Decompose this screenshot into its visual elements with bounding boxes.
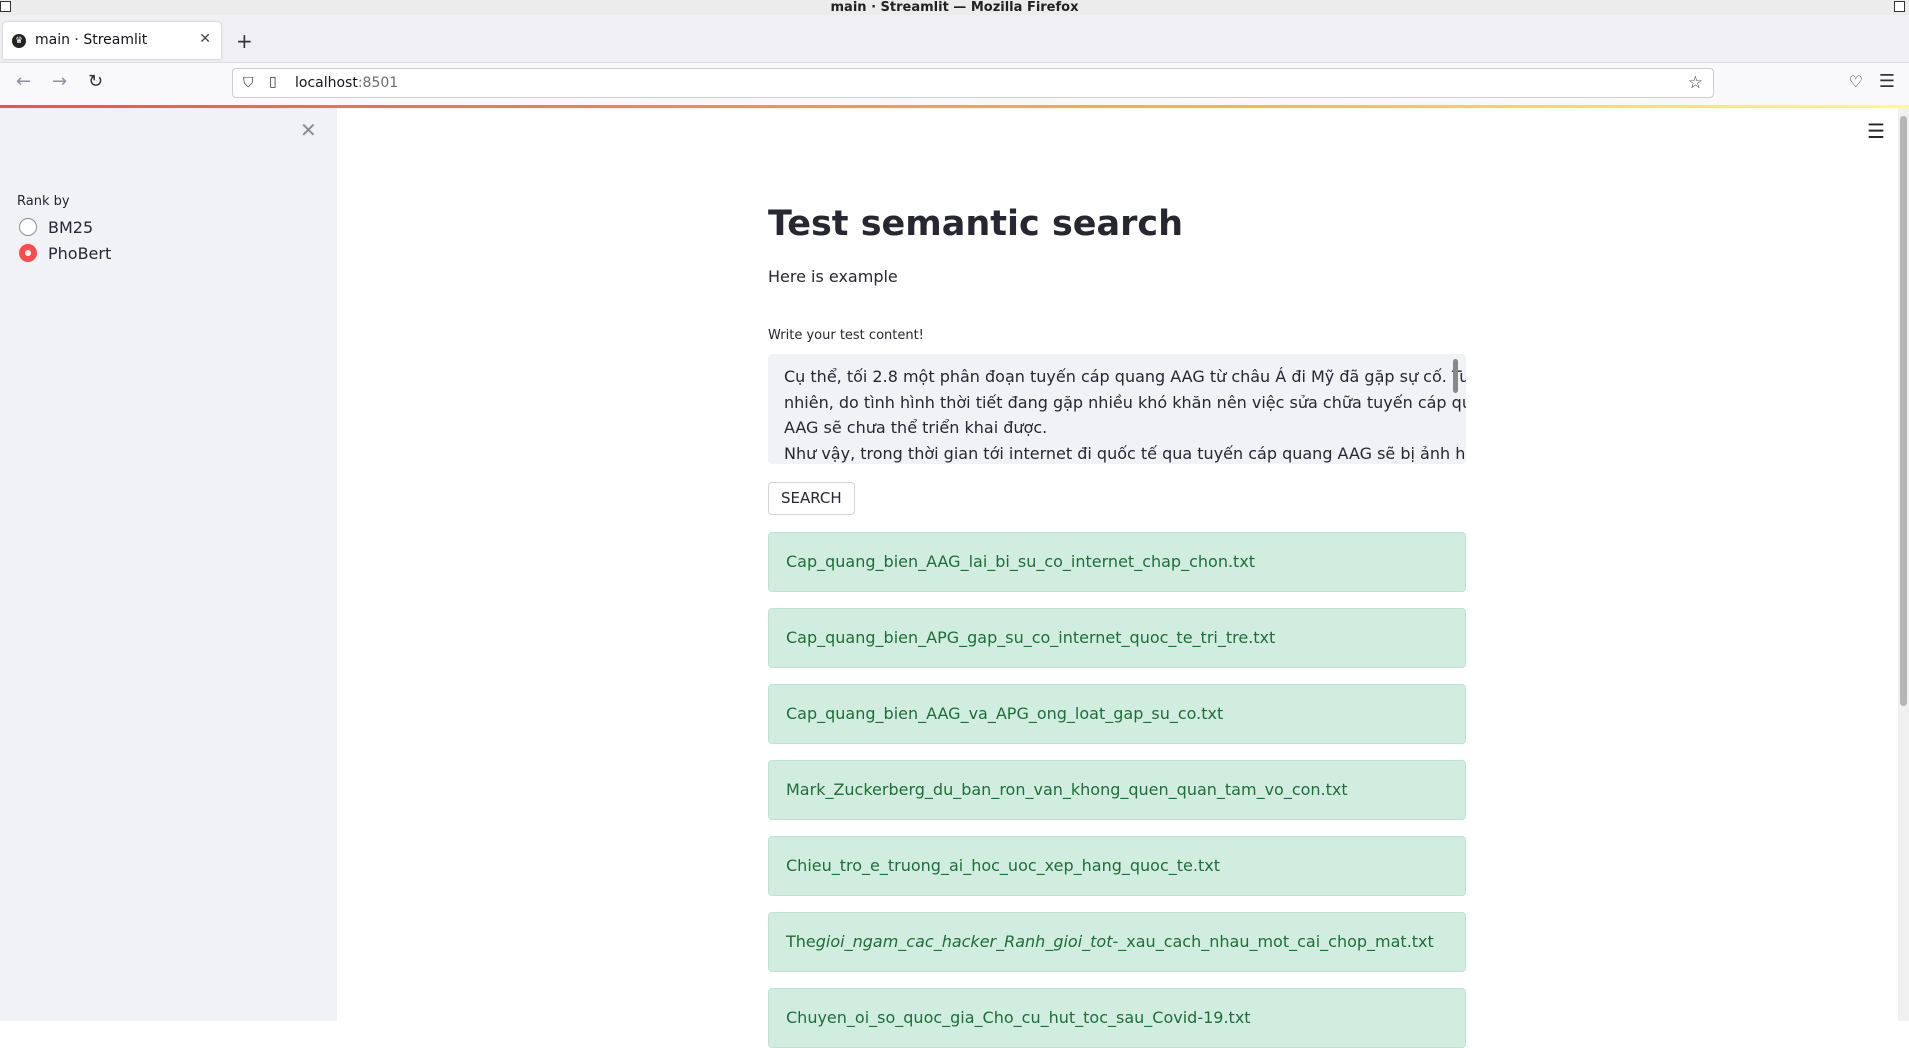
result-text-italic: gioi_ngam_cac_hacker_Ranh_gioi_tot xyxy=(815,932,1113,951)
reload-icon[interactable]: ↻ xyxy=(88,71,103,92)
rank-by-label: Rank by xyxy=(17,194,70,209)
radio-label: PhoBert xyxy=(48,243,112,263)
page-scrollbar[interactable] xyxy=(1898,108,1909,1021)
page-scrollbar-thumb[interactable] xyxy=(1900,116,1907,706)
url-bar[interactable]: ⛉ ▯ localhost:8501 ☆ xyxy=(232,68,1714,98)
new-tab-button[interactable]: + xyxy=(236,31,253,51)
bookmark-star-icon[interactable]: ☆ xyxy=(1688,73,1703,93)
window-title-bar: main · Streamlit — Mozilla Firefox xyxy=(0,0,1909,15)
textarea-line: nhiên, do tình hình thời tiết đang gặp n… xyxy=(784,392,1466,412)
url-port: :8501 xyxy=(357,75,399,91)
window-title: main · Streamlit — Mozilla Firefox xyxy=(830,0,1079,15)
forward-arrow-icon[interactable]: → xyxy=(52,71,67,92)
close-tab-icon[interactable]: ✕ xyxy=(199,31,211,47)
navigation-bar: ← → ↻ ⛉ ▯ localhost:8501 ☆ ♡ ☰ xyxy=(0,63,1909,106)
page-subtitle: Here is example xyxy=(768,267,898,286)
tab-title: main · Streamlit xyxy=(35,32,148,48)
close-sidebar-icon[interactable]: ✕ xyxy=(300,118,317,142)
streamlit-app: ✕ Rank by BM25 PhoBert ☰ Test semantic s… xyxy=(0,105,1909,1048)
browser-menu-icon[interactable]: ☰ xyxy=(1879,71,1895,92)
url-text[interactable]: localhost:8501 xyxy=(295,75,398,91)
textarea-scrollbar[interactable] xyxy=(1453,359,1458,393)
tab-strip: ♛ main · Streamlit ✕ + xyxy=(0,15,1909,63)
app-menu-icon[interactable]: ☰ xyxy=(1867,119,1885,143)
result-text-part: The xyxy=(786,932,816,951)
result-item: Chieu_tro_e_truong_ai_hoc_uoc_xep_hang_q… xyxy=(768,836,1466,896)
result-item: Mark_Zuckerberg_du_ban_ron_van_khong_que… xyxy=(768,760,1466,820)
pocket-icon[interactable]: ♡ xyxy=(1849,72,1863,91)
window-control-icon[interactable] xyxy=(1894,1,1905,12)
radio-option-phobert[interactable]: PhoBert xyxy=(19,242,111,264)
sidebar: ✕ Rank by BM25 PhoBert xyxy=(0,108,337,1021)
browser-tab[interactable]: ♛ main · Streamlit ✕ xyxy=(3,22,221,59)
result-item: Cap_quang_bien_AAG_lai_bi_su_co_internet… xyxy=(768,532,1466,592)
result-item: Chuyen_oi_so_quoc_gia_Cho_cu_hut_toc_sau… xyxy=(768,988,1466,1048)
page-title: Test semantic search xyxy=(768,204,1184,244)
textarea-line: Cụ thể, tối 2.8 một phân đoạn tuyến cáp … xyxy=(784,367,1466,386)
radio-button-checked-icon[interactable] xyxy=(19,244,37,262)
radio-option-bm25[interactable]: BM25 xyxy=(19,216,93,238)
url-host: localhost xyxy=(295,75,358,91)
back-arrow-icon[interactable]: ← xyxy=(16,71,31,92)
radio-button-icon[interactable] xyxy=(19,218,37,236)
textarea-line: Như vậy, trong thời gian tới internet đi… xyxy=(784,443,1466,463)
result-item: Cap_quang_bien_AAG_va_APG_ong_loat_gap_s… xyxy=(768,684,1466,744)
search-button[interactable]: SEARCH xyxy=(768,482,855,515)
shield-icon[interactable]: ⛉ xyxy=(243,75,254,91)
page-info-icon[interactable]: ▯ xyxy=(269,74,277,90)
streamlit-favicon-icon: ♛ xyxy=(12,34,26,48)
textarea-label: Write your test content! xyxy=(768,328,924,343)
radio-label: BM25 xyxy=(48,217,94,237)
result-item: Thegioi_ngam_cac_hacker_Ranh_gioi_tot-_x… xyxy=(768,912,1466,972)
result-text-part: -_xau_cach_nhau_mot_cai_chop_mat.txt xyxy=(1112,932,1434,951)
window-menu-icon[interactable] xyxy=(0,1,11,12)
test-content-textarea[interactable]: Cụ thể, tối 2.8 một phân đoạn tuyến cáp … xyxy=(768,354,1466,464)
result-item: Cap_quang_bien_APG_gap_su_co_internet_qu… xyxy=(768,608,1466,668)
textarea-line: AAG sẽ chưa thể triển khai được. xyxy=(784,418,1048,437)
